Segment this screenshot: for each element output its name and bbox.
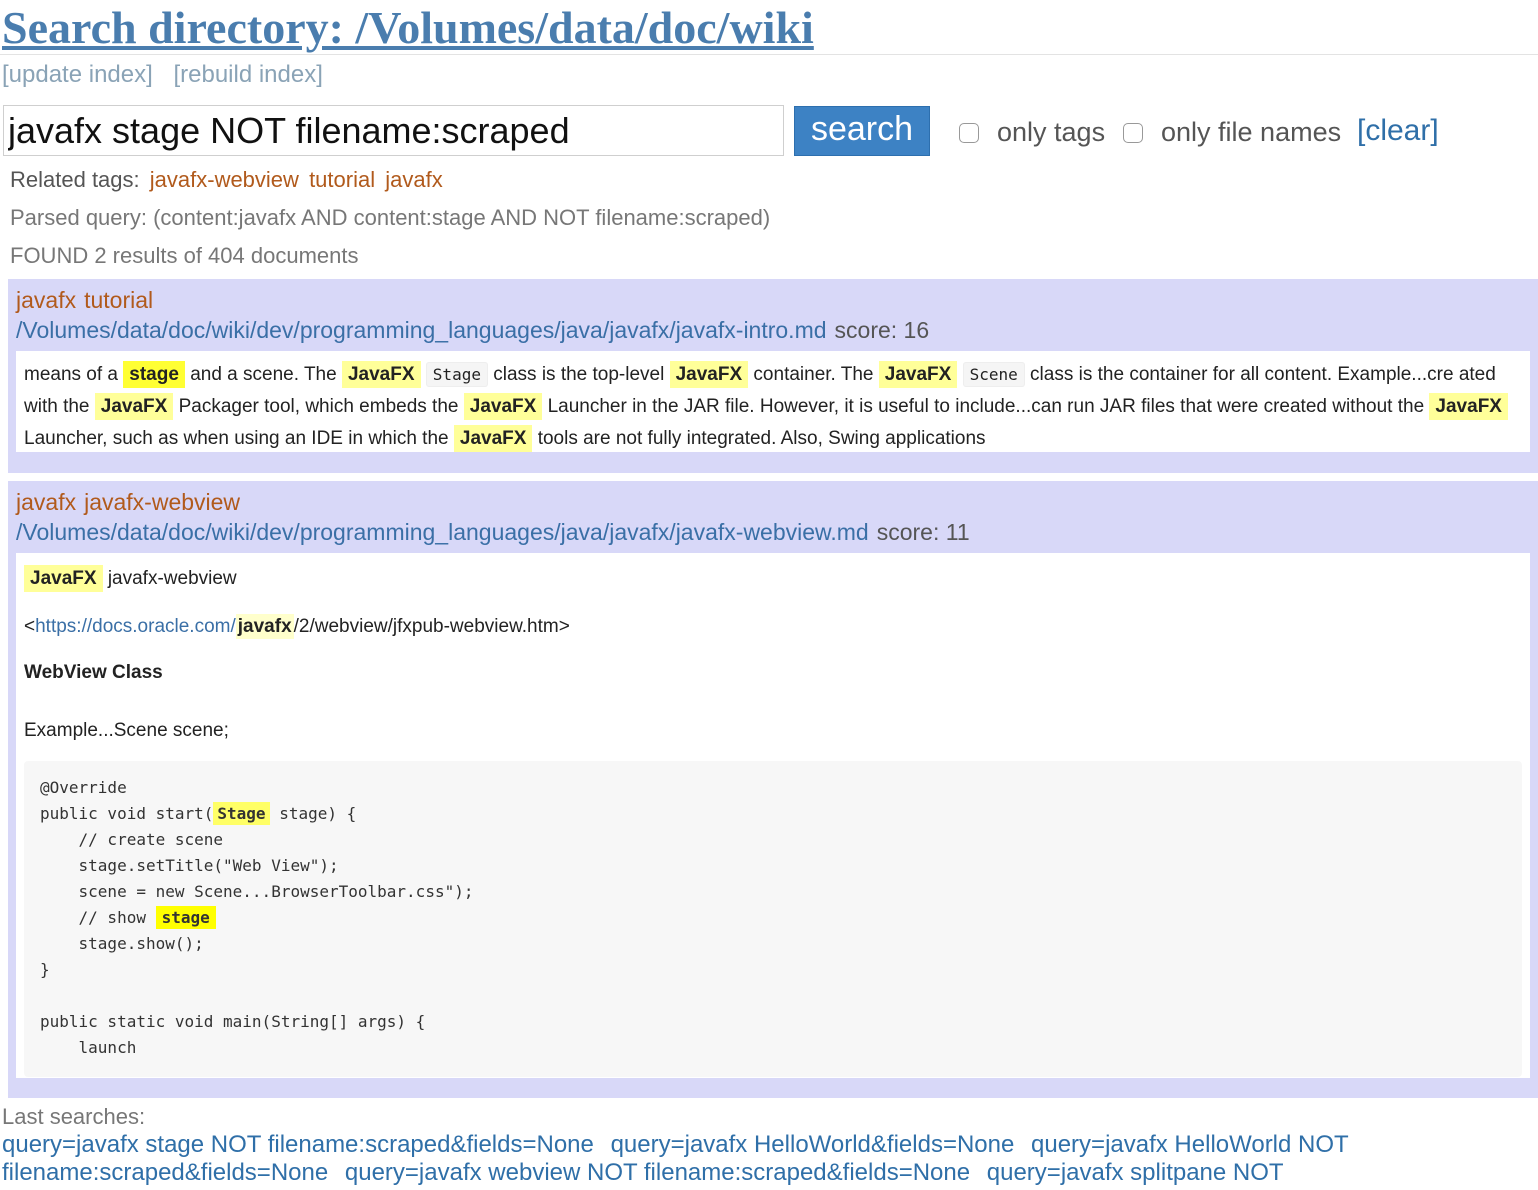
only-file-names-checkbox[interactable] [1123,122,1143,143]
highlight-term: JavaFX [669,361,749,388]
highlight-term: stage [155,906,216,929]
only-file-names-option[interactable]: only file names [1123,117,1341,148]
snippet-text: means of a [24,364,124,385]
only-tags-checkbox[interactable] [959,122,979,143]
result-snippet: JavaFX javafx-webview <https://docs.orac… [16,553,1530,1078]
highlight-term: JavaFX [1429,393,1508,420]
only-tags-label: only tags [997,117,1106,147]
url-link[interactable]: https://docs.oracle.com/ [35,616,236,637]
related-tags-label: Related tags: [10,167,140,192]
highlight-term: JavaFX [24,565,103,592]
last-search-link[interactable]: query=javafx splitpane NOT [987,1159,1284,1186]
snippet-text: Packager tool, which embeds the [173,396,464,417]
result-snippet: means of a stage and a scene. The JavaFX… [16,351,1530,452]
code-line: @Override [40,778,127,797]
clear-link[interactable]: [clear] [1357,114,1439,148]
related-tag-link[interactable]: javafx-webview [150,167,299,192]
last-search-link[interactable]: query=javafx stage NOT filename:scraped&… [2,1131,594,1158]
code-line: launch [40,1038,137,1057]
snippet-text: < [24,616,36,637]
highlight-term: JavaFX [341,361,421,388]
code-block: @Override public void start(Stage stage)… [24,761,1522,1077]
result-path-row: /Volumes/data/doc/wiki/dev/programming_l… [16,517,1530,547]
result-tag-link[interactable]: javafx-webview [84,489,240,515]
result-score: score: 16 [834,317,930,343]
snippet-text: container. The [748,364,879,385]
result-tag-link[interactable]: javafx [16,489,76,515]
search-input[interactable] [3,105,784,156]
related-tags: Related tags: javafx-webview tutorial ja… [10,166,443,194]
inline-code: Stage [425,362,488,387]
last-searches-list: query=javafx stage NOT filename:scraped&… [2,1131,1422,1187]
result-path-row: /Volumes/data/doc/wiki/dev/programming_l… [16,315,1530,345]
snippet-text: Launcher in the JAR file. However, it is… [542,396,1430,417]
code-line: public void start( [40,804,214,823]
result-path-link[interactable]: /Volumes/data/doc/wiki/dev/programming_l… [16,519,869,545]
snippet-url: <https://docs.oracle.com/javafx/2/webvie… [24,611,1522,643]
code-line: public static void main(String[] args) { [40,1012,426,1031]
snippet-heading: JavaFX javafx-webview [24,563,1522,595]
results-count: FOUND 2 results of 404 documents [10,243,359,268]
highlight-term: JavaFX [453,425,533,452]
result-path-link[interactable]: /Volumes/data/doc/wiki/dev/programming_l… [16,317,827,343]
highlight-term: Stage [213,802,270,825]
snippet-text: /2/webview/jfxpub-webview.htm> [293,616,570,637]
highlight-term: javafx [235,614,294,639]
highlight-term: stage [123,361,185,388]
result-tag-link[interactable]: javafx [16,287,76,313]
snippet-text: Launcher, such as when using an IDE in w… [24,428,454,449]
code-line: scene = new Scene...BrowserToolbar.css")… [40,882,474,901]
search-result: javafx tutorial /Volumes/data/doc/wiki/de… [8,279,1538,473]
highlight-term: JavaFX [463,393,543,420]
code-line: stage.show(); [40,934,204,953]
last-search-link[interactable]: query=javafx webview NOT filename:scrape… [345,1159,970,1186]
last-search-link[interactable]: query=javafx HelloWorld&fields=None [611,1131,1015,1158]
snippet-text: and a scene. The [184,364,342,385]
search-button[interactable]: search [794,106,930,156]
only-file-names-label: only file names [1161,117,1342,147]
snippet-text: Example...Scene scene; [24,720,229,741]
page-title-link[interactable]: Search directory: /Volumes/data/doc/wiki [2,2,814,54]
inline-code: Scene [962,362,1025,387]
index-links: [update index] [rebuild index] [2,61,337,89]
parsed-query: Parsed query: (content:javafx AND conten… [10,205,771,230]
snippet-text: class is the top-level [487,364,670,385]
search-result: javafx javafx-webview /Volumes/data/doc/w… [8,481,1538,1098]
result-tag-link[interactable]: tutorial [84,287,153,313]
code-line: } [40,960,50,979]
related-tag-link[interactable]: tutorial [309,167,375,192]
update-index-link[interactable]: [update index] [2,61,153,88]
code-line: // create scene [40,830,224,849]
snippet-text: javafx-webview [102,568,237,589]
code-line: stage.setTitle("Web View"); [40,856,339,875]
snippet-text: tools are not fully integrated. Also, Sw… [532,428,986,449]
code-line: // show [40,908,156,927]
rebuild-index-link[interactable]: [rebuild index] [173,61,322,88]
result-tags: javafx javafx-webview [16,487,1530,517]
code-line: stage) { [269,804,357,823]
snippet-subheading: WebView Class [24,662,163,683]
result-score: score: 11 [876,519,970,545]
highlight-term: JavaFX [94,393,174,420]
only-tags-option[interactable]: only tags [959,117,1105,148]
result-tags: javafx tutorial [16,285,1530,315]
last-searches-label: Last searches: [2,1104,146,1129]
title-divider [0,54,1538,55]
highlight-term: JavaFX [878,361,958,388]
related-tag-link[interactable]: javafx [385,167,442,192]
